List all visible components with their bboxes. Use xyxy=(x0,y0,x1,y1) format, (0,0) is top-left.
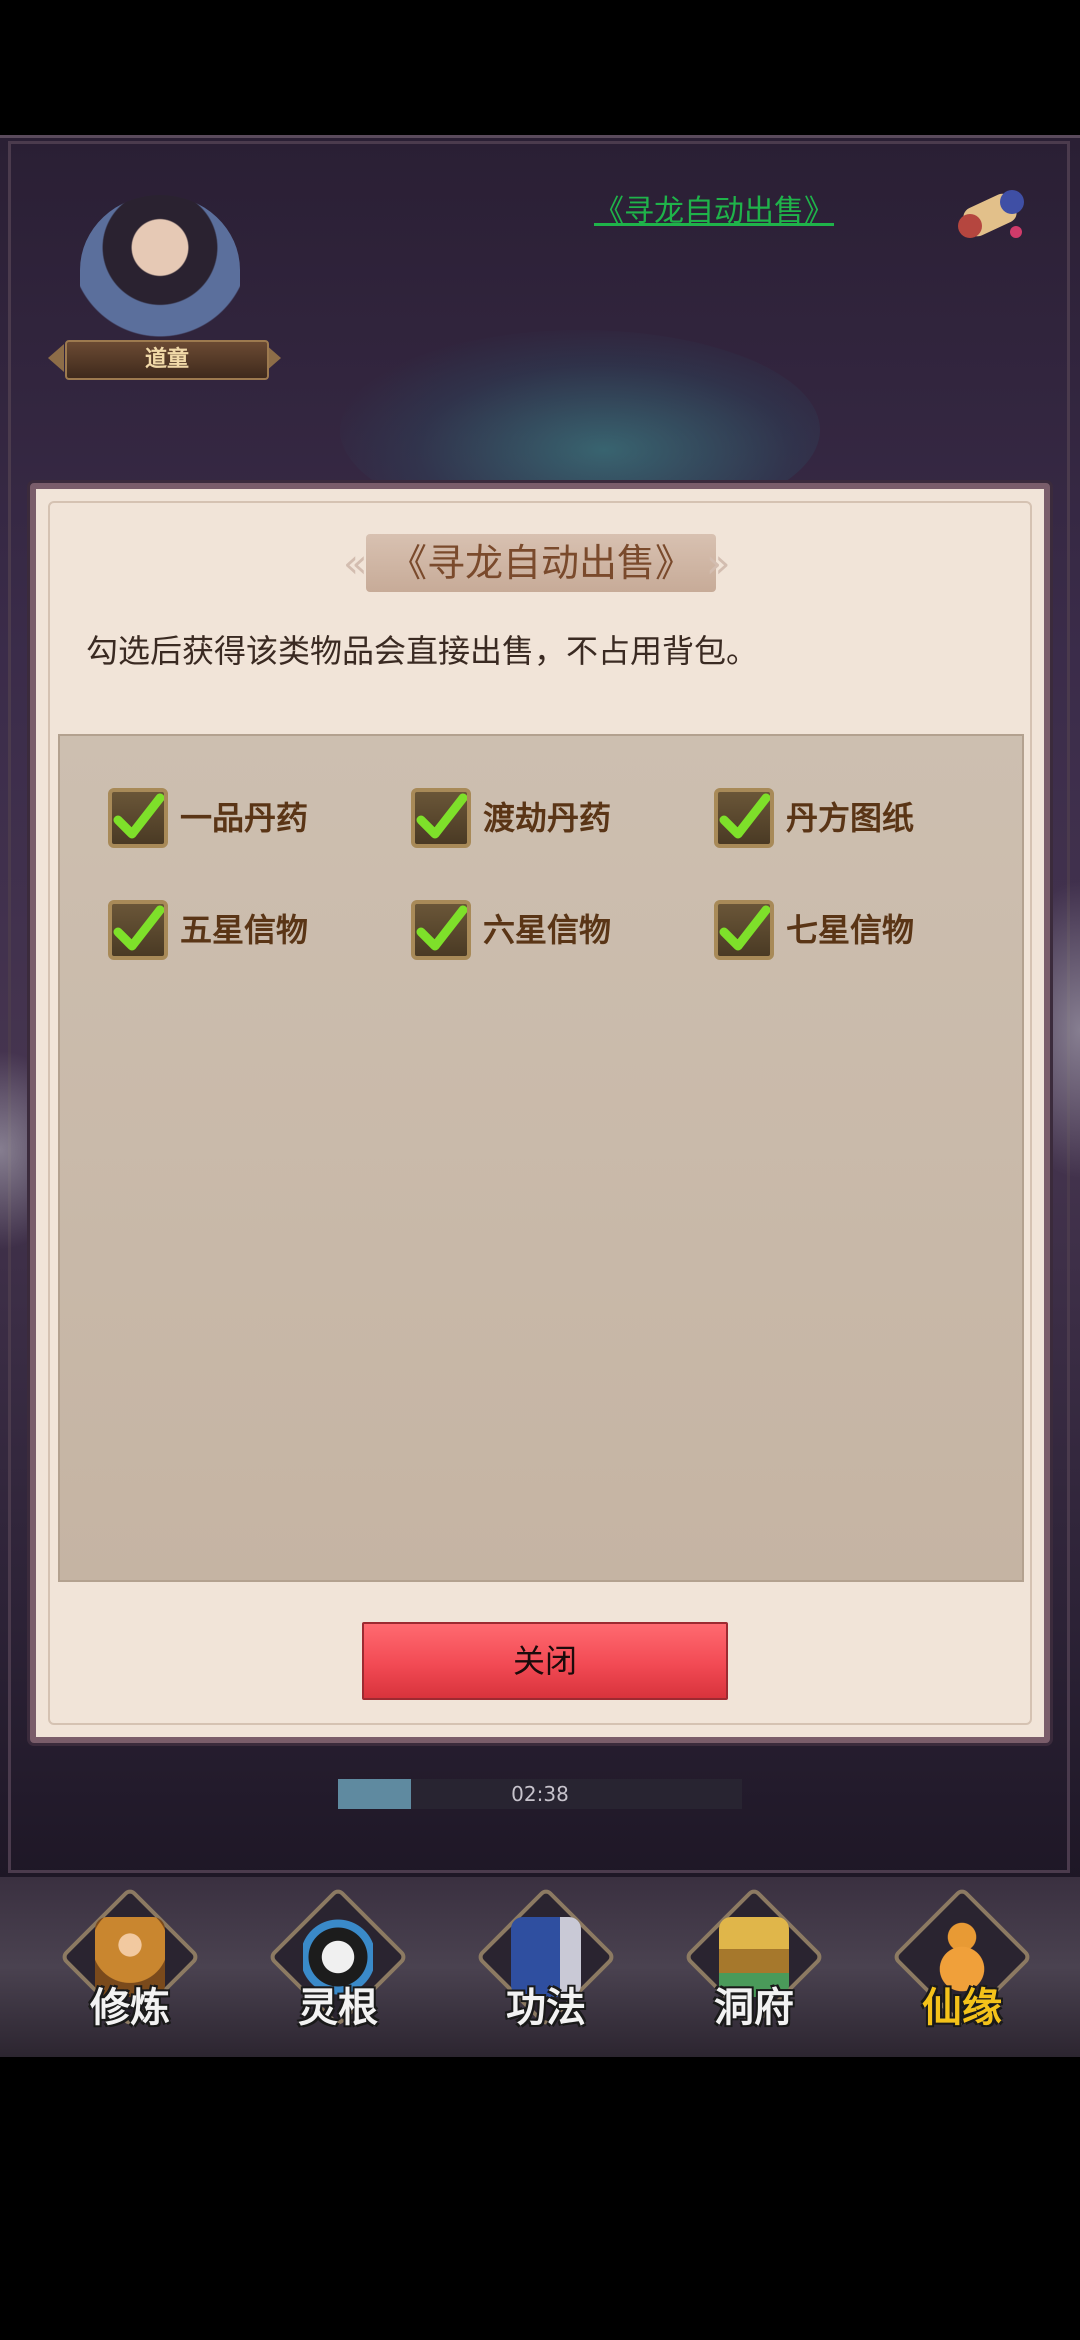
nav-label: 功法 xyxy=(506,1985,586,2031)
bottom-nav: 修炼 灵根 功法 洞府 仙缘 xyxy=(0,1877,1080,2057)
option-danfang-tuzhi[interactable]: 丹方图纸 xyxy=(714,788,1014,852)
close-button[interactable]: 关闭 xyxy=(362,1622,728,1700)
option-label: 一品丹药 xyxy=(180,799,309,837)
options-panel: 一品丹药 渡劫丹药 丹方图纸 五星信物 六星信物 七星信物 xyxy=(58,734,1024,1582)
check-icon xyxy=(113,793,164,839)
checkbox[interactable] xyxy=(411,900,471,960)
option-label: 六星信物 xyxy=(483,911,612,949)
check-icon xyxy=(113,905,164,951)
check-icon xyxy=(416,905,467,951)
option-label: 五星信物 xyxy=(180,911,309,949)
nav-item-xianyuan[interactable]: 仙缘 xyxy=(887,1886,1037,2047)
checkbox[interactable] xyxy=(108,788,168,848)
character-portrait[interactable] xyxy=(80,195,240,345)
checkbox[interactable] xyxy=(411,788,471,848)
option-liuxing-xinwu[interactable]: 六星信物 xyxy=(411,900,711,964)
nav-label: 灵根 xyxy=(298,1985,378,2031)
option-label: 渡劫丹药 xyxy=(483,799,612,837)
nav-item-dongfu[interactable]: 洞府 xyxy=(679,1886,829,2047)
option-label: 丹方图纸 xyxy=(786,799,915,837)
nav-item-gongfa[interactable]: 功法 xyxy=(471,1886,621,2047)
nav-label: 修炼 xyxy=(90,1985,170,2031)
check-icon xyxy=(416,793,467,839)
option-yipin-danyao[interactable]: 一品丹药 xyxy=(108,788,408,852)
dialog-title: 《寻龙自动出售》 xyxy=(388,541,693,585)
option-dujie-danyao[interactable]: 渡劫丹药 xyxy=(411,788,711,852)
checkbox[interactable] xyxy=(108,900,168,960)
portrait-name-plate: 道童 xyxy=(65,340,269,380)
progress-time: 02:38 xyxy=(511,1782,569,1806)
option-qixing-xinwu[interactable]: 七星信物 xyxy=(714,900,1014,964)
scroll-icon[interactable] xyxy=(956,180,1034,250)
nav-item-linggen[interactable]: 灵根 xyxy=(263,1886,413,2047)
auto-sell-dialog: « » 《寻龙自动出售》 勾选后获得该类物品会直接出售，不占用背包。 一品丹药 … xyxy=(30,483,1050,1743)
option-label: 七星信物 xyxy=(786,911,915,949)
nav-label: 洞府 xyxy=(714,1985,794,2031)
nav-label: 仙缘 xyxy=(922,1985,1002,2031)
check-icon xyxy=(719,905,770,951)
checkbox[interactable] xyxy=(714,788,774,848)
nav-item-xiulian[interactable]: 修炼 xyxy=(55,1886,205,2047)
check-icon xyxy=(719,793,770,839)
progress-bar: 02:38 xyxy=(338,1779,742,1809)
title-chevron-left-icon: « xyxy=(343,541,368,587)
dialog-description: 勾选后获得该类物品会直接出售，不占用背包。 xyxy=(86,632,759,670)
auto-sell-link[interactable]: 《寻龙自动出售》 xyxy=(578,190,850,234)
option-wuxing-xinwu[interactable]: 五星信物 xyxy=(108,900,408,964)
checkbox[interactable] xyxy=(714,900,774,960)
plate-arrow-left-icon xyxy=(48,344,64,372)
